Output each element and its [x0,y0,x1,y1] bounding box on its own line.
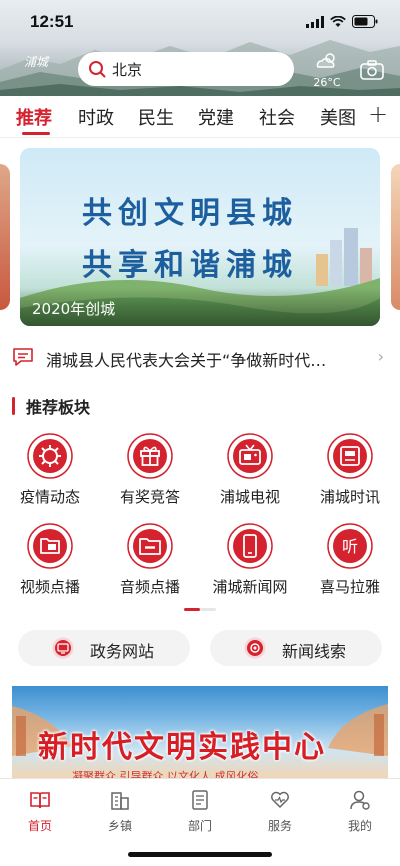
header: 12:51 浦城 北京 26°C [0,0,400,96]
status-icons [306,15,378,28]
tab-photos[interactable]: 美图 [320,104,356,130]
video-icon [27,523,73,569]
cloud-sun-icon [316,53,335,68]
building-icon [111,792,129,810]
message-icon [13,348,33,366]
gov-site-button[interactable]: 政务网站 [18,630,190,666]
grid-label: 浦城电视 [219,488,280,506]
banner-caption-text: 2020年创城 [32,300,116,318]
grid-item-ximalaya[interactable]: 听 喜马拉雅 [302,522,398,602]
grid-item-tv[interactable]: 浦城电视 [202,432,298,512]
tabbar-label: 我的 [347,819,372,833]
civilization-center-banner[interactable]: 新时代文明实践中心 凝聚群众 引导群众 以文化人 成风化俗 [12,686,388,778]
camera-lens-icon [244,637,266,659]
section-accent-bar [12,397,15,415]
svg-text:听: 听 [342,537,358,556]
camera-icon[interactable] [360,60,384,80]
book-icon [30,792,50,809]
tabbar-label: 服务 [267,819,292,833]
tv-icon [227,433,273,479]
grid-item-video[interactable]: 视频点播 [2,522,98,602]
status-bar: 12:51 [0,0,400,46]
listen-icon: 听 [327,523,373,569]
signal-icon [306,15,324,28]
home-indicator [128,852,272,857]
tabbar-services[interactable]: 服务 [250,789,310,837]
grid-page-indicator [184,608,216,611]
grid-item-news-site[interactable]: 浦城新闻网 [202,522,298,602]
gift-icon [127,433,173,479]
weather-widget[interactable]: 26°C [310,50,344,90]
section-title: 推荐板块 [12,394,90,418]
page-dot [200,608,216,611]
status-time: 12:51 [30,12,74,31]
search-input[interactable]: 北京 [78,52,294,86]
grid-label: 浦城新闻网 [212,578,288,596]
grid-item-audio[interactable]: 音频点播 [102,522,198,602]
tabbar-label: 乡镇 [107,819,132,833]
banner-caption: 2020年创城 [20,288,380,326]
search-value: 北京 [112,60,143,79]
grid-item-bulletin[interactable]: 浦城时讯 [302,432,398,512]
gov-site-label: 政务网站 [90,642,155,661]
news-icon [327,433,373,479]
grid-item-epidemic[interactable]: 疫情动态 [2,432,98,512]
battery-icon [352,15,378,28]
grid-label: 喜马拉雅 [319,578,380,596]
tab-party[interactable]: 党建 [198,104,234,130]
promo-title: 新时代文明实践中心 [38,730,326,765]
hero-banner[interactable]: 共创文明县城 共享和谐浦城 2020年创城 [20,148,380,326]
tabbar-label: 部门 [187,819,212,833]
wifi-icon [330,15,346,27]
virus-icon [27,433,73,479]
grid-label: 浦城时讯 [319,488,380,506]
banner-line-1: 共创文明县城 [82,196,298,231]
active-tab-indicator [22,132,50,135]
user-icon [350,790,370,810]
tab-recommend[interactable]: 推荐 [16,104,52,130]
page-dot-active [184,608,200,611]
banner-prev-peek[interactable] [0,164,10,310]
grid-label: 有奖竞答 [119,488,180,506]
tabbar-label: 首页 [27,819,52,833]
search-icon [89,61,106,78]
document-icon [192,790,208,810]
grid-label: 疫情动态 [19,488,80,506]
tab-livelihood[interactable]: 民生 [138,104,174,130]
app-logo: 浦城 [24,55,49,69]
weather-temp: 26°C [313,76,341,89]
category-tabs: 推荐 时政 民生 党建 社会 美图 + [0,96,400,138]
news-ticker-text: 浦城县人民代表大会关于“争做新时代… [46,351,327,370]
heart-hand-icon [271,791,289,808]
audio-icon [127,523,173,569]
tabbar-towns[interactable]: 乡镇 [90,789,150,837]
monitor-icon [52,637,74,659]
tab-politics[interactable]: 时政 [78,104,114,130]
news-tip-button[interactable]: 新闻线索 [210,630,382,666]
add-tab-button[interactable]: + [368,100,388,128]
grid-label: 视频点播 [19,578,80,596]
news-ticker[interactable]: 浦城县人民代表大会关于“争做新时代… › [12,344,388,370]
phone-icon [227,523,273,569]
tabbar-departments[interactable]: 部门 [170,789,230,837]
tab-society[interactable]: 社会 [259,104,295,130]
promo-subtitle: 凝聚群众 引导群众 以文化人 成风化俗 [72,770,259,778]
banner-line-2: 共享和谐浦城 [82,248,298,283]
section-title-text: 推荐板块 [26,398,91,417]
banner-next-peek[interactable] [391,164,400,310]
news-tip-label: 新闻线索 [282,642,347,661]
grid-label: 音频点播 [119,578,180,596]
tabbar-profile[interactable]: 我的 [330,789,390,837]
grid-item-quiz[interactable]: 有奖竞答 [102,432,198,512]
chevron-right-icon: › [377,347,384,366]
tabbar-home[interactable]: 首页 [10,789,70,837]
